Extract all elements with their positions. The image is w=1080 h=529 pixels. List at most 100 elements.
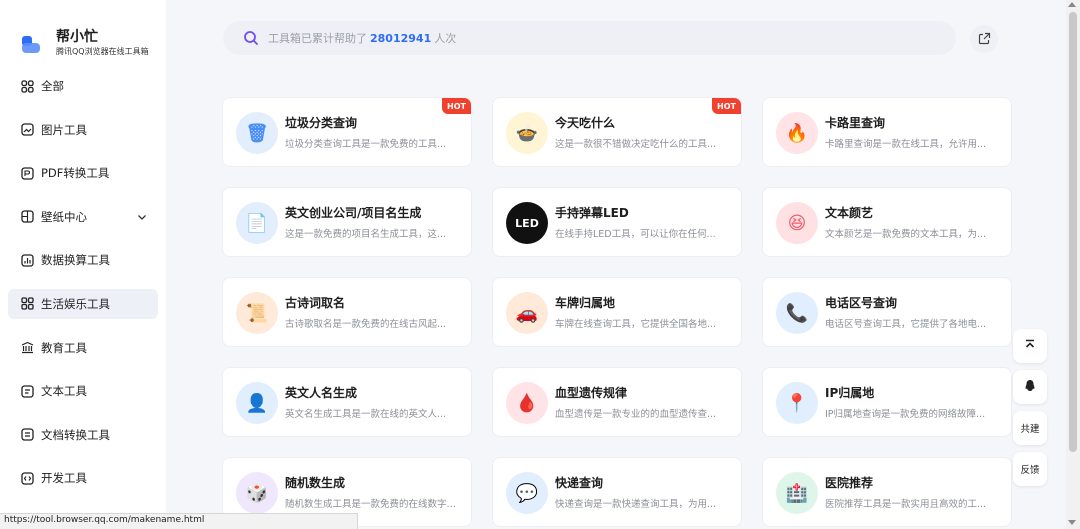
tool-card-glyph: 💬 (515, 482, 539, 504)
chart-icon (20, 253, 34, 267)
brand[interactable]: 帮小忙 腾讯QQ浏览器在线工具箱 (20, 28, 149, 57)
tool-card[interactable]: 🗑 垃圾分类查询 垃圾分类查询工具是一款免费的工具... HOT (222, 97, 472, 167)
tool-card-title: 车牌归属地 (555, 296, 616, 310)
tool-card-glyph: 📄 (245, 212, 269, 234)
search-bar[interactable]: 工具箱已累计帮助了 28012941 人次 (223, 21, 956, 55)
tool-card-glyph: 😆 (787, 212, 807, 234)
location-icon: 📍 (776, 382, 818, 424)
back-to-top-button[interactable] (1013, 329, 1047, 363)
search-icon (243, 30, 259, 46)
tool-card[interactable]: 📄 英文创业公司/项目名生成这是一款免费的项目名生成工具，这... (222, 187, 472, 257)
tool-card[interactable]: 🏥 医院推荐医院推荐工具是一款实用且高效的工... (762, 457, 1012, 527)
tool-card-title: 古诗词取名 (285, 296, 346, 310)
tool-card-desc: 古诗歌取名是一款免费的在线古风起... (285, 319, 447, 330)
phone-icon: 📞 (776, 292, 818, 334)
tool-card[interactable]: 📜 古诗词取名 古诗歌取名是一款免费的在线古风起... (222, 277, 472, 347)
tool-card[interactable]: 📍 IP归属地 IP归属地查询是一款免费的网络故障... (762, 367, 1012, 437)
tool-card-title: 英文人名生成 (285, 386, 358, 400)
tool-card-desc: 血型遗传是一款专业的的血型遗传查... (555, 409, 717, 420)
tool-card-title: 快递查询 (555, 476, 604, 490)
tool-card-glyph: 🚗 (515, 302, 539, 324)
sidebar-item-life[interactable]: 生活娱乐工具 (8, 288, 158, 319)
sidebar-item-text[interactable]: 文本工具 (8, 376, 158, 406)
person-icon: 👤 (236, 382, 278, 424)
tool-card-glyph: 🗑 (245, 122, 269, 144)
tool-card[interactable]: LED 手持弹幕LED 在线手持LED工具，可以让你在任何... (492, 187, 742, 257)
hospital-icon: 🏥 (776, 472, 818, 514)
tool-card[interactable]: 🩸 血型遗传规律 血型遗传是一款专业的的血型遗传查... (492, 367, 742, 437)
share-button[interactable] (970, 25, 998, 53)
sidebar-item-label: 数据换算工具 (41, 253, 110, 268)
hot-badge: HOT (442, 98, 471, 114)
sidebar-item-pdf[interactable]: PDF转换工具 (8, 158, 158, 188)
sidebar-item-dev[interactable]: 开发工具 (8, 463, 158, 493)
food-icon: 🍲 (506, 112, 548, 154)
tool-card-title: 随机数生成 (285, 476, 346, 490)
project-icon: 📄 (236, 202, 278, 244)
sidebar-item-label: 壁纸中心 (41, 209, 87, 224)
tool-card-title: 医院推荐 (825, 476, 874, 490)
sidebar-nav: 全部 图片工具 PDF转换工具 壁纸中心 数据换算工具 生活娱乐工具 教育工具 (8, 71, 158, 507)
tool-card[interactable]: 🔥 卡路里查询 卡路里查询是一款在线工具，允许用... (762, 97, 1012, 167)
tool-card-title: 垃圾分类查询 (285, 116, 358, 130)
sidebar-item-label: 文档转换工具 (41, 427, 110, 442)
grid-icon (20, 79, 34, 93)
tool-card-desc: 医院推荐工具是一款实用且高效的工... (825, 499, 987, 510)
tool-card-title: 今天吃什么 (555, 116, 616, 130)
express-icon: 💬 (506, 472, 548, 514)
tool-card[interactable]: 👤 英文人名生成 英文名生成工具是一款在线的英文人... (222, 367, 472, 437)
tool-card-title: 英文创业公司/项目名生成 (285, 206, 422, 220)
tool-card-desc: 文本颜艺是一款免费的文本工具，为... (825, 229, 987, 240)
doc-icon (20, 428, 34, 442)
dice-icon: 🎲 (236, 472, 278, 514)
tool-card-glyph: 🍲 (515, 122, 539, 144)
tool-card[interactable]: 😆 文本颜艺文本颜艺是一款免费的文本工具，为... (762, 187, 1012, 257)
tool-card-glyph: 📞 (785, 302, 809, 324)
sidebar-item-label: 图片工具 (41, 122, 87, 137)
education-icon (20, 341, 34, 355)
tool-card[interactable]: 🚗 车牌归属地 车牌在线查询工具，它提供全国各地... (492, 277, 742, 347)
tool-card-glyph: 🎲 (245, 482, 269, 504)
tool-card-title: IP归属地 (825, 386, 875, 400)
build-button[interactable]: 共建 (1013, 411, 1047, 445)
chevron-down-icon[interactable] (136, 211, 148, 223)
scroll-down-arrow-icon[interactable] (1068, 520, 1076, 525)
sidebar-item-all[interactable]: 全部 (8, 71, 158, 101)
search-prefix: 工具箱已累计帮助了 (268, 32, 367, 45)
sidebar-item-data-convert[interactable]: 数据换算工具 (8, 245, 158, 275)
tool-card-title: 卡路里查询 (825, 116, 886, 130)
qq-button[interactable] (1013, 370, 1047, 404)
tool-card[interactable]: 💬 快递查询 快递查询是一款快递查询工具，为用... (492, 457, 742, 527)
tool-card-glyph: 🔥 (785, 122, 809, 144)
sidebar-item-image[interactable]: 图片工具 (8, 115, 158, 145)
arrow-up-icon (1023, 338, 1037, 355)
brand-name: 帮小忙 (56, 29, 98, 45)
code-icon (20, 471, 34, 485)
status-url: https://tool.browser.qq.com/makename.htm… (0, 513, 358, 529)
feedback-button[interactable]: 反馈 (1013, 452, 1047, 486)
tool-card-title: 血型遗传规律 (555, 386, 628, 400)
scroll-up-arrow-icon[interactable] (1068, 2, 1076, 7)
tool-card-glyph: 📍 (785, 392, 809, 414)
tool-card[interactable]: 🍲 今天吃什么 这是一款很不错做决定吃什么的工具... HOT (492, 97, 742, 167)
car-icon: 🚗 (506, 292, 548, 334)
tool-card[interactable]: 📞 电话区号查询 电话区号查询工具，它提供了各地电... (762, 277, 1012, 347)
tool-card-desc: 电话区号查询工具，它提供了各地电... (825, 319, 987, 330)
tool-card-desc: 这是一款免费的项目名生成工具，这... (285, 229, 447, 240)
tool-card-desc: 这是一款很不错做决定吃什么的工具... (555, 139, 717, 150)
tool-card-title: 文本颜艺 (825, 206, 874, 220)
tool-card-title: 手持弹幕LED (555, 206, 629, 220)
scrollbar-thumb[interactable] (1069, 12, 1077, 452)
brand-logo-icon (20, 32, 42, 54)
trash-icon: 🗑 (236, 112, 278, 154)
tool-card-desc: 在线手持LED工具，可以让你在任何... (555, 229, 716, 240)
life-icon (20, 297, 34, 311)
sidebar-item-doc-convert[interactable]: 文档转换工具 (8, 420, 158, 450)
search-count: 28012941 (370, 31, 432, 45)
wallpaper-icon (20, 210, 34, 224)
sidebar: 帮小忙 腾讯QQ浏览器在线工具箱 全部 图片工具 PDF转换工具 壁纸中心 数据… (0, 0, 166, 529)
pdf-icon (20, 166, 34, 180)
sidebar-item-wallpaper[interactable]: 壁纸中心 (8, 202, 158, 232)
build-label: 共建 (1020, 424, 1040, 435)
sidebar-item-education[interactable]: 教育工具 (8, 333, 158, 363)
